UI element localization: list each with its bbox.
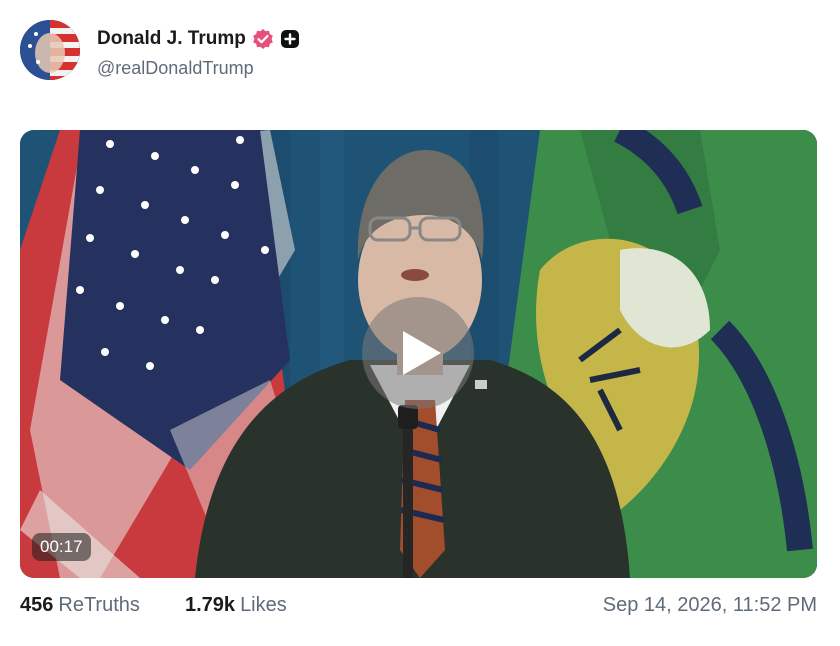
plus-badge-icon	[280, 29, 300, 49]
play-button[interactable]	[362, 297, 474, 409]
post-header: Donald J. Trump @realDonaldTrump	[20, 20, 820, 82]
retruths-count: 456	[20, 594, 54, 616]
verified-badge-icon	[252, 28, 274, 50]
post-timestamp[interactable]: Sep 14, 2026, 11:52 PM	[603, 594, 817, 617]
post-footer: 456 ReTruths 1.79k Likes Sep 14, 2026, 11:…	[20, 594, 817, 622]
video-duration: 00:17	[32, 533, 91, 561]
retruths-stat[interactable]: 456 ReTruths	[20, 594, 140, 617]
likes-stat[interactable]: 1.79k Likes	[185, 594, 287, 617]
likes-count: 1.79k	[185, 594, 236, 616]
author-display-name[interactable]: Donald J. Trump	[97, 28, 246, 50]
video-player[interactable]: 00:17	[20, 130, 817, 578]
likes-label: Likes	[240, 594, 287, 616]
play-icon	[403, 331, 441, 375]
author-handle[interactable]: @realDonaldTrump	[97, 58, 254, 79]
retruths-label: ReTruths	[58, 594, 140, 616]
avatar[interactable]	[20, 20, 80, 80]
